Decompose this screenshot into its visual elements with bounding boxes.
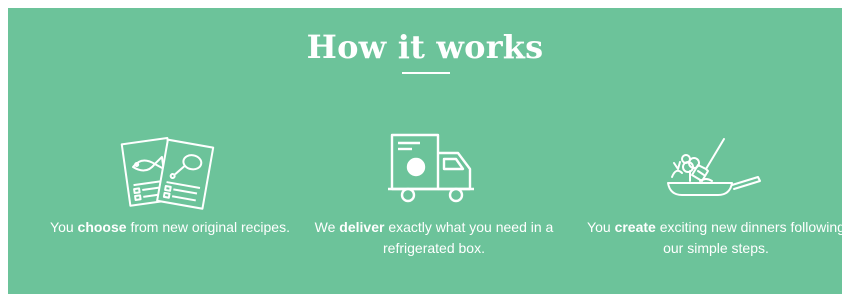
step-create: You create exciting new dinners followin… <box>586 123 842 293</box>
step-emphasis: create <box>614 219 656 235</box>
step-caption: You create exciting new dinners followin… <box>587 219 842 256</box>
cooking-pan-icon <box>667 138 761 196</box>
step-choose: You choose from new original recipes. <box>40 123 300 293</box>
recipe-cards-icon <box>120 136 215 210</box>
how-it-works-section: How it works You choose from new origina… <box>8 8 842 294</box>
step-caption: You choose from new original recipes. <box>50 219 290 235</box>
step-caption: We deliver exactly what you need in a re… <box>314 219 554 256</box>
step-deliver: We deliver exactly what you need in a re… <box>304 123 564 293</box>
step-emphasis: deliver <box>339 219 385 235</box>
section-title: How it works <box>306 28 544 66</box>
step-emphasis: choose <box>77 219 127 235</box>
delivery-truck-icon <box>388 133 474 203</box>
title-underline <box>402 72 450 74</box>
